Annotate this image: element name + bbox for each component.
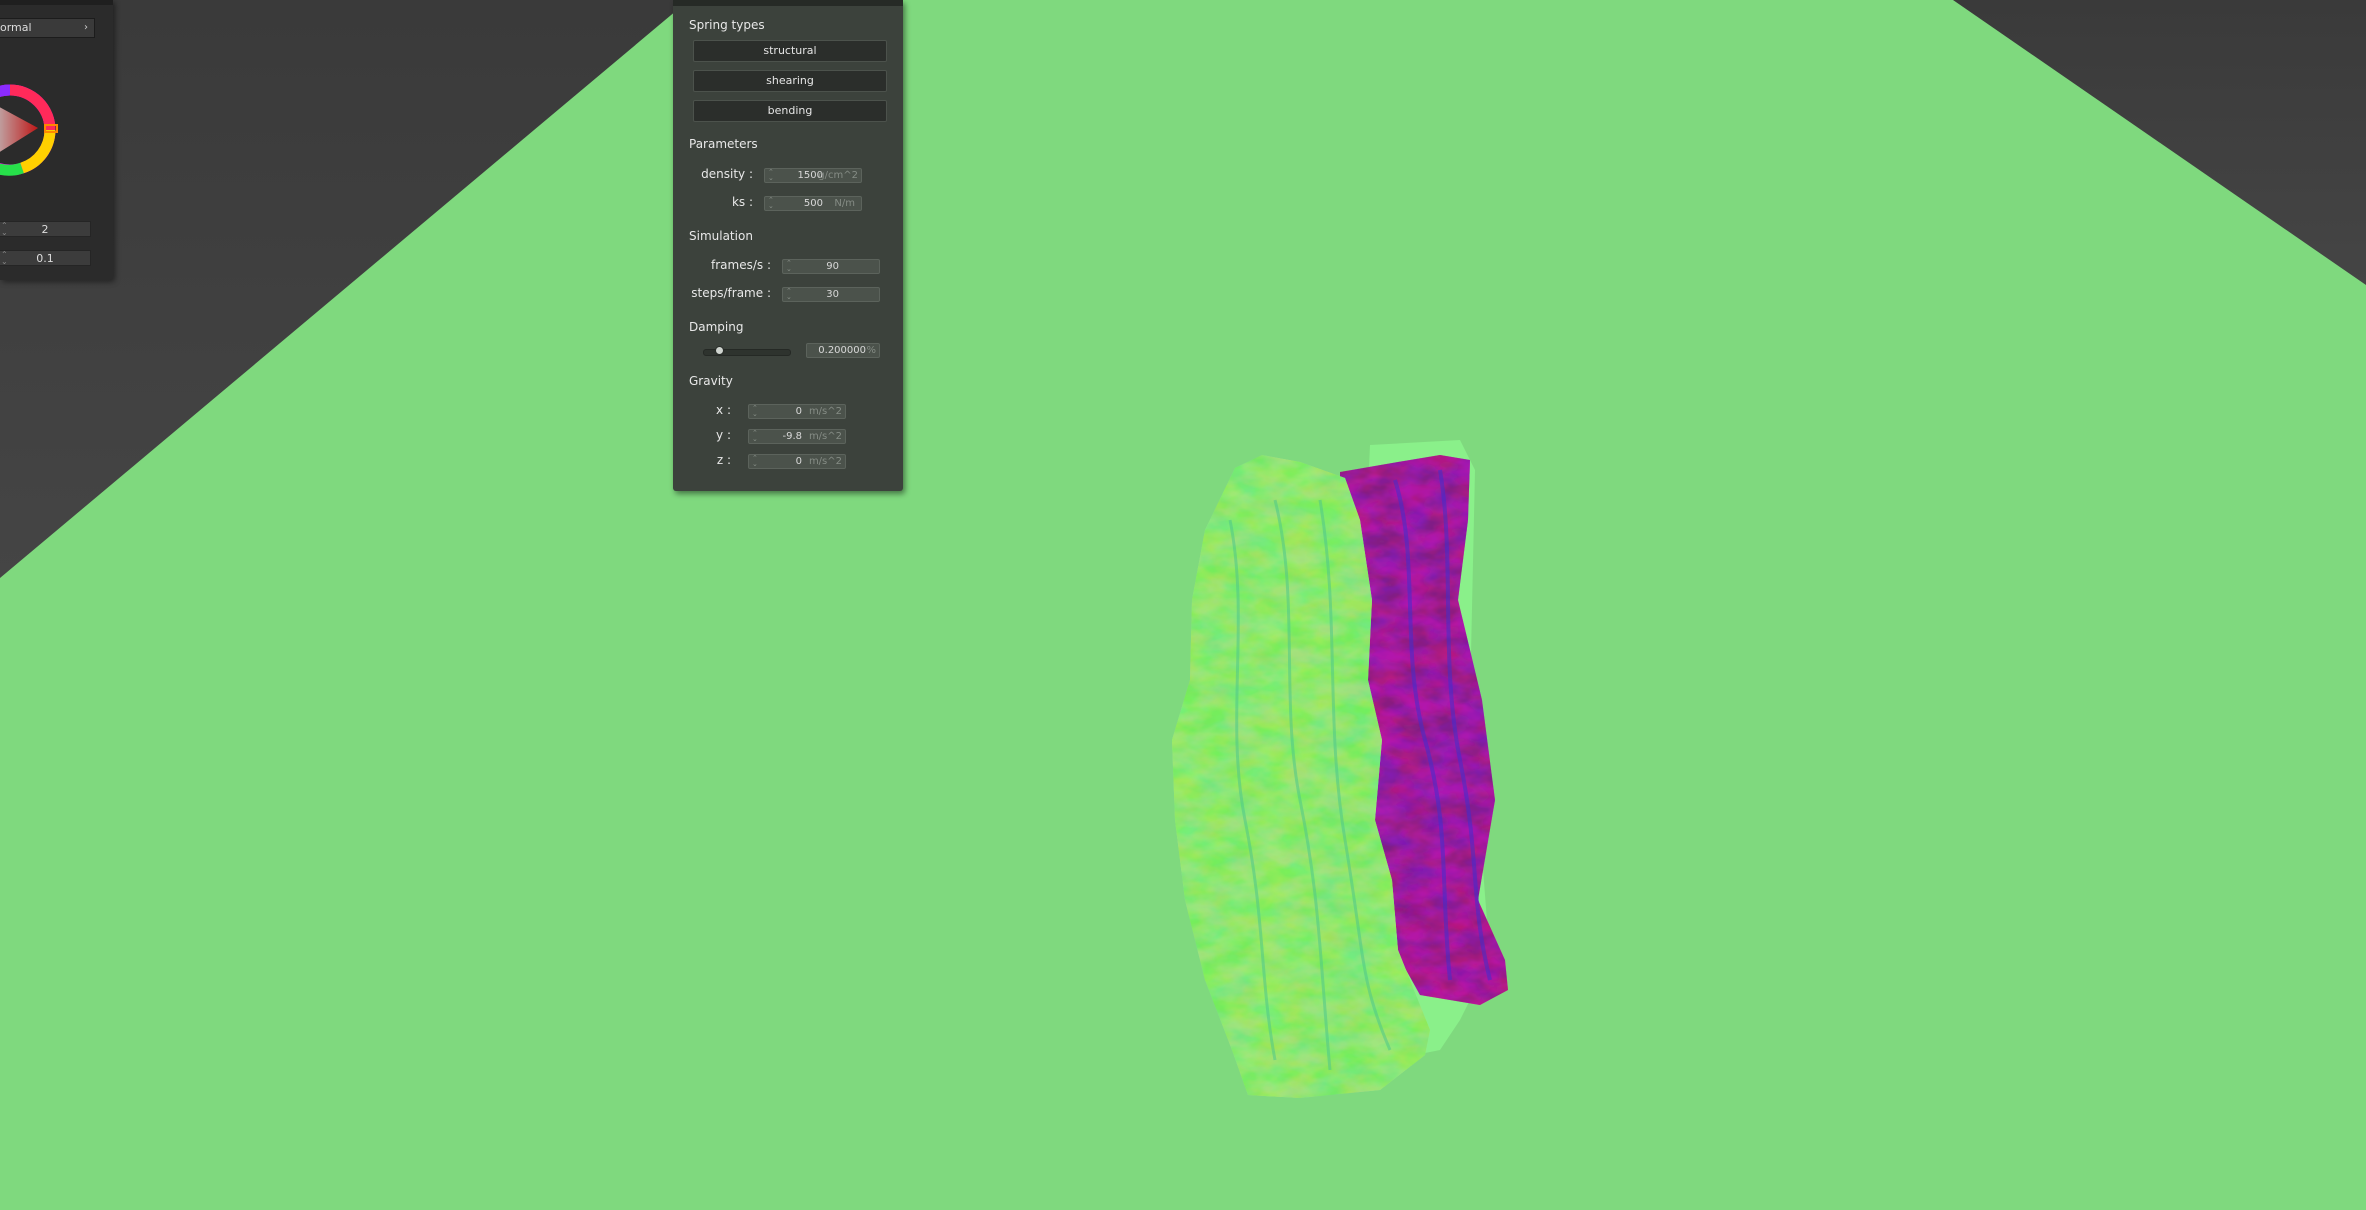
steps-per-frame-label: steps/frame :: [691, 286, 771, 300]
density-unit: g/cm^2: [818, 170, 858, 181]
spinner-icon[interactable]: ⌃ ⌄: [752, 455, 758, 468]
spinner-icon[interactable]: ⌃ ⌄: [786, 260, 792, 273]
gravity-z-unit: m/s^2: [808, 456, 842, 467]
material-panel: ormal › ⌃ ⌄ 2 ⌃ ⌄ 0.1: [0, 0, 113, 280]
gravity-x-value: 0: [795, 406, 802, 417]
damping-value-field[interactable]: 0.200000 %: [806, 343, 880, 358]
parameter-field-2[interactable]: ⌃ ⌄ 0.1: [0, 250, 91, 266]
frames-per-second-value: 90: [826, 261, 839, 272]
gravity-y-unit: m/s^2: [808, 431, 842, 442]
gravity-y-value: -9.8: [782, 431, 802, 442]
spinner-icon[interactable]: ⌃ ⌄: [768, 197, 774, 210]
spinner-icon[interactable]: ⌃ ⌄: [786, 288, 792, 301]
damping-slider-handle[interactable]: [715, 346, 724, 355]
frames-per-second-input[interactable]: ⌃ ⌄ 90: [782, 259, 880, 274]
shading-mode-value: ormal: [0, 21, 32, 34]
gravity-z-value: 0: [795, 456, 802, 467]
spinner-icon[interactable]: ⌃ ⌄: [768, 169, 774, 182]
gravity-title: Gravity: [689, 374, 733, 388]
damping-value: 0.200000: [818, 345, 866, 356]
spinner-icon[interactable]: ⌃ ⌄: [1, 251, 8, 266]
gravity-z-input[interactable]: ⌃ ⌄ 0 m/s^2: [748, 454, 846, 469]
gravity-y-label: y :: [716, 428, 731, 442]
ks-value: 500: [803, 198, 823, 209]
gravity-x-unit: m/s^2: [808, 406, 842, 417]
ks-input[interactable]: ⌃ ⌄ 500 N/m: [764, 196, 862, 211]
spinner-icon[interactable]: ⌃ ⌄: [752, 405, 758, 418]
parameter-field-1[interactable]: ⌃ ⌄ 2: [0, 221, 91, 237]
spinner-icon[interactable]: ⌃ ⌄: [1, 222, 8, 237]
steps-per-frame-value: 30: [826, 289, 839, 300]
structural-button[interactable]: structural: [693, 40, 887, 62]
chevron-right-icon: ›: [84, 22, 88, 33]
panel-title-bar[interactable]: [673, 0, 903, 6]
shearing-button[interactable]: shearing: [693, 70, 887, 92]
shading-mode-dropdown[interactable]: ormal ›: [0, 18, 95, 38]
density-label: density :: [701, 167, 753, 181]
simulation-panel: Spring types structural shearing bending…: [673, 0, 903, 491]
background-wedge-right: [1953, 0, 2366, 285]
frames-per-second-label: frames/s :: [711, 258, 771, 272]
color-wheel[interactable]: [0, 80, 60, 180]
gravity-x-input[interactable]: ⌃ ⌄ 0 m/s^2: [748, 404, 846, 419]
spinner-icon[interactable]: ⌃ ⌄: [752, 430, 758, 443]
bending-button[interactable]: bending: [693, 100, 887, 122]
parameter-field-2-value: 0.1: [36, 252, 54, 265]
gravity-y-input[interactable]: ⌃ ⌄ -9.8 m/s^2: [748, 429, 846, 444]
damping-unit: %: [866, 345, 876, 356]
ks-label: ks :: [731, 195, 753, 209]
parameter-field-1-value: 2: [41, 223, 49, 236]
density-input[interactable]: ⌃ ⌄ 1500 g/cm^2: [764, 168, 862, 183]
spring-types-title: Spring types: [689, 18, 765, 32]
steps-per-frame-input[interactable]: ⌃ ⌄ 30: [782, 287, 880, 302]
3d-viewport[interactable]: [0, 0, 2366, 1210]
ks-unit: N/m: [834, 198, 855, 209]
simulation-title: Simulation: [689, 229, 753, 243]
damping-title: Damping: [689, 320, 744, 334]
panel-title-bar[interactable]: [0, 0, 113, 5]
gravity-z-label: z :: [716, 453, 731, 467]
gravity-x-label: x :: [716, 403, 731, 417]
parameters-title: Parameters: [689, 137, 758, 151]
